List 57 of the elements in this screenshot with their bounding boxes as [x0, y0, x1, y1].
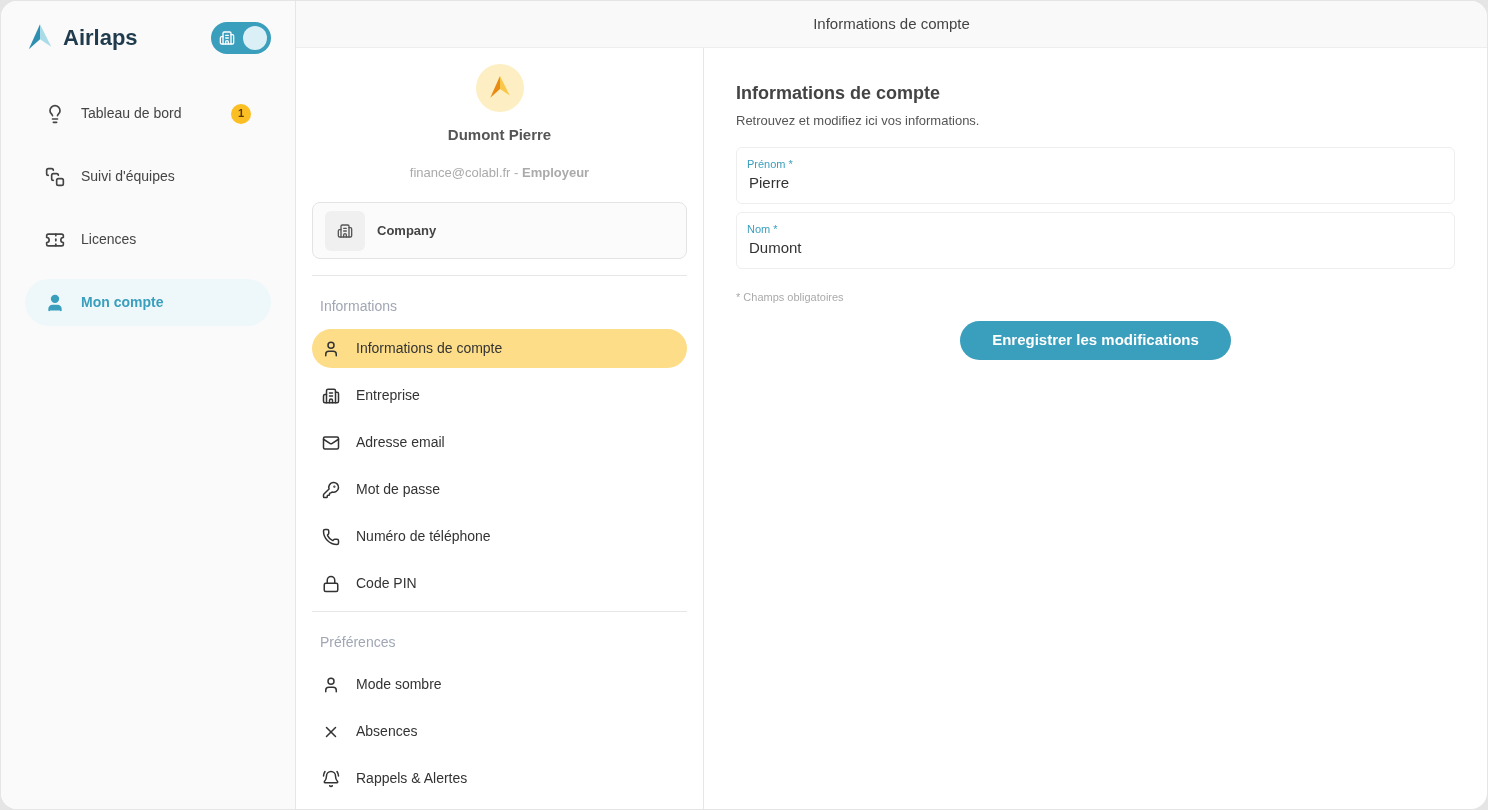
- menu-label: Absences: [356, 722, 418, 741]
- menu-item[interactable]: Rappels & Alertes: [312, 759, 687, 798]
- menu-item[interactable]: Absences: [312, 712, 687, 751]
- user-icon: [322, 675, 340, 694]
- key-icon: [322, 480, 340, 499]
- sidebar-label: Suivi d'équipes: [81, 167, 175, 186]
- section-title: Préférences: [319, 633, 397, 652]
- building-icon: [322, 386, 340, 405]
- sidebar-item[interactable]: Suivi d'équipes: [25, 153, 271, 200]
- menu-label: Adresse email: [356, 433, 445, 452]
- sidebar-label: Licences: [81, 230, 137, 249]
- building-icon: [337, 222, 353, 239]
- menu-item[interactable]: Code PIN: [312, 564, 687, 603]
- profile-email-role: finance@colabl.fr - Employeur: [409, 163, 590, 182]
- user-icon: [322, 339, 340, 358]
- menu-label: Mot de passe: [356, 480, 441, 499]
- menu-label: Code PIN: [356, 574, 417, 593]
- stacked-cards-icon: [45, 166, 65, 187]
- company-name: Company: [377, 221, 437, 240]
- envelope-icon: [322, 433, 340, 452]
- menu-item[interactable]: Mode sombre: [312, 665, 687, 704]
- section-title: Informations: [319, 297, 399, 316]
- menu-item[interactable]: Numéro de téléphone: [312, 517, 687, 556]
- sidebar-item[interactable]: Licences: [25, 216, 271, 263]
- required-note: * Champs obligatoires: [736, 289, 845, 305]
- form-title: Informations de compte: [736, 82, 942, 105]
- sidebar-item[interactable]: Tableau de bord 1: [25, 90, 271, 137]
- building-icon: [219, 29, 235, 46]
- page-title: Informations de compte: [813, 13, 970, 34]
- toggle-thumb: [243, 25, 267, 50]
- text-field[interactable]: Prénom * Pierre: [736, 146, 1455, 204]
- menu-item[interactable]: Mot de passe: [312, 470, 687, 509]
- menu-label: Rappels & Alertes: [356, 769, 468, 788]
- field-label: Nom *: [747, 221, 779, 237]
- menu-item[interactable]: Entreprise: [312, 376, 687, 415]
- field-value: Pierre: [748, 173, 790, 193]
- company-card[interactable]: Company: [312, 202, 687, 259]
- user-icon: [45, 292, 65, 313]
- brand-name: Airlaps: [63, 24, 138, 52]
- phone-icon: [322, 527, 340, 546]
- profile-name: Dumont Pierre: [447, 125, 552, 145]
- sidebar-label: Tableau de bord: [81, 104, 182, 123]
- menu-item[interactable]: Informations de compte: [312, 329, 687, 368]
- form-subtitle: Retrouvez et modifiez ici vos informations.: [736, 112, 981, 130]
- menu-label: Mode sombre: [356, 675, 442, 694]
- menu-label: Entreprise: [356, 386, 420, 405]
- padlock-icon: [322, 574, 340, 593]
- text-field[interactable]: Nom * Dumont: [736, 211, 1455, 269]
- mode-toggle[interactable]: [211, 21, 271, 54]
- notification-badge: 1: [231, 103, 251, 124]
- bell-icon: [322, 769, 340, 788]
- menu-label: Informations de compte: [356, 339, 503, 358]
- menu-label: Numéro de téléphone: [356, 527, 491, 546]
- field-label: Prénom *: [747, 156, 794, 172]
- menu-item[interactable]: Adresse email: [312, 423, 687, 462]
- sidebar-label: Mon compte: [81, 293, 164, 312]
- field-value: Dumont: [748, 238, 803, 258]
